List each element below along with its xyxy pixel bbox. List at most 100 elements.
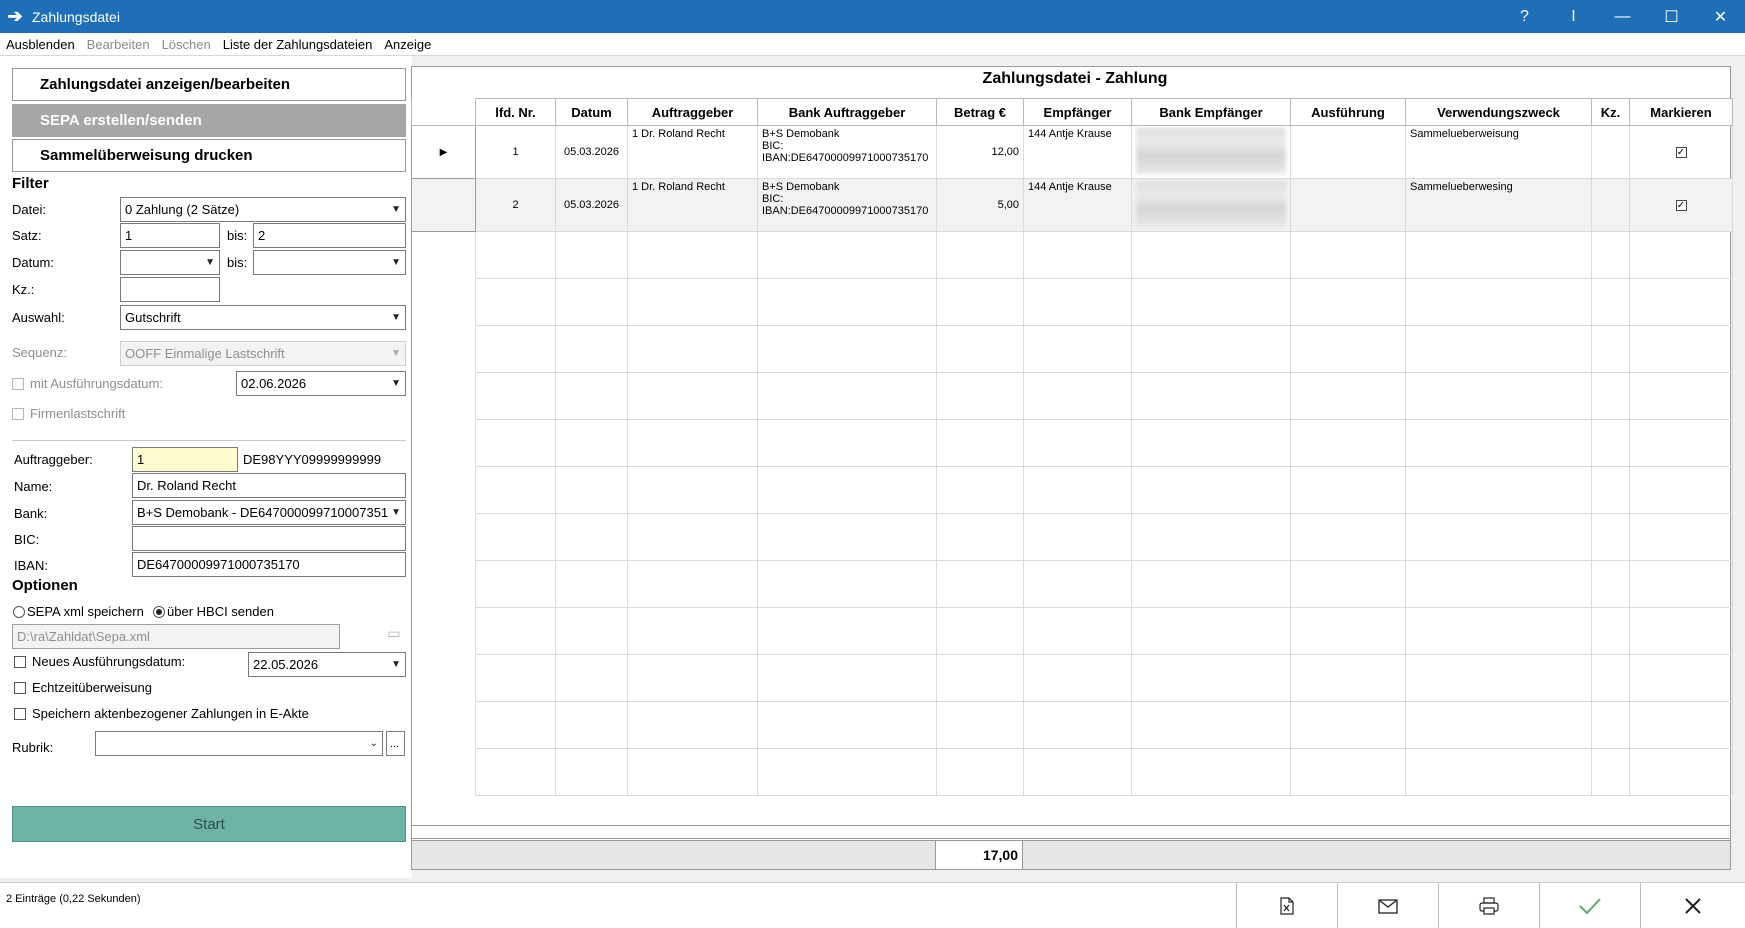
sequenz-label: Sequenz: bbox=[12, 345, 67, 360]
bank-label: Bank: bbox=[14, 506, 48, 521]
cell-betrag[interactable]: 12,00 bbox=[936, 125, 1024, 179]
mit-ausfuehrungsdatum-checkbox[interactable] bbox=[12, 378, 24, 390]
datum-from-select[interactable]: ▼ bbox=[120, 250, 220, 275]
empty-row bbox=[412, 654, 1733, 702]
datei-select[interactable]: 0 Zahlung (2 Sätze) ▼ bbox=[120, 197, 406, 222]
cell-bank-auftraggeber[interactable]: B+S Demobank BIC: IBAN:DE647000099710007… bbox=[757, 125, 937, 179]
bank-name: B+S Demobank bbox=[762, 128, 840, 140]
satz-to-input[interactable]: 2 bbox=[253, 223, 406, 248]
print-transfer-button[interactable]: Sammelüberweisung drucken bbox=[12, 139, 406, 172]
col-header-verwendungszweck[interactable]: Verwendungszweck bbox=[1405, 98, 1592, 126]
cell-markieren[interactable]: ✓ bbox=[1629, 125, 1733, 179]
horizontal-scrollbar[interactable] bbox=[411, 825, 1731, 839]
cell-empfaenger[interactable]: 144 Antje Krause bbox=[1023, 125, 1132, 179]
row-selector-current[interactable]: ▶ bbox=[411, 125, 476, 179]
auswahl-label: Auswahl: bbox=[12, 310, 65, 325]
col-header-bank-empfaenger[interactable]: Bank Empfänger bbox=[1131, 98, 1291, 126]
maximize-button[interactable]: ☐ bbox=[1647, 0, 1696, 33]
redacted-bank-info bbox=[1136, 128, 1286, 174]
cell-datum[interactable]: 05.03.2026 bbox=[555, 178, 628, 232]
cell-nr[interactable]: 2 bbox=[475, 178, 556, 232]
rubrik-select[interactable]: ⌄ bbox=[95, 731, 383, 756]
cell-datum[interactable]: 05.03.2026 bbox=[555, 125, 628, 179]
sepa-create-send-button[interactable]: SEPA erstellen/senden bbox=[12, 104, 406, 137]
sepa-path-input[interactable]: D:\ra\Zahldat\Sepa.xml bbox=[12, 624, 340, 649]
confirm-button[interactable] bbox=[1539, 883, 1640, 928]
satz-from-input[interactable]: 1 bbox=[120, 223, 220, 248]
menu-bearbeiten[interactable]: Bearbeiten bbox=[87, 37, 150, 52]
markieren-checkbox-checked[interactable]: ✓ bbox=[1675, 147, 1687, 158]
cancel-button[interactable] bbox=[1640, 883, 1745, 928]
kz-label: Kz.: bbox=[12, 282, 35, 297]
view-edit-button[interactable]: Zahlungsdatei anzeigen/bearbeiten bbox=[12, 68, 406, 101]
bank-iban: IBAN:DE64700009971000735170 bbox=[762, 205, 929, 217]
rubrik-more-button[interactable]: ... bbox=[386, 731, 405, 756]
col-header-empfaenger[interactable]: Empfänger bbox=[1023, 98, 1132, 126]
menu-liste-zahlungsdateien[interactable]: Liste der Zahlungsdateien bbox=[223, 37, 373, 52]
minimize-button[interactable]: — bbox=[1598, 0, 1647, 33]
auswahl-select[interactable]: Gutschrift ▼ bbox=[120, 305, 406, 330]
cursor-icon[interactable]: I bbox=[1549, 0, 1598, 33]
cell-verwendungszweck[interactable]: Sammelueberwesing bbox=[1405, 178, 1592, 232]
menu-loeschen[interactable]: Löschen bbox=[162, 37, 211, 52]
name-label: Name: bbox=[14, 479, 53, 494]
col-header-nr[interactable]: lfd. Nr. bbox=[475, 98, 556, 126]
speichern-eakte-label: Speichern aktenbezogener Zahlungen in E-… bbox=[32, 706, 309, 721]
cell-bank-empfaenger[interactable] bbox=[1131, 125, 1291, 179]
bank-select[interactable]: B+S Demobank - DE6470000997100073517 ▼ bbox=[132, 500, 406, 525]
cell-empfaenger[interactable]: 144 Antje Krause bbox=[1023, 178, 1132, 232]
neues-ausfuehrungsdatum-select[interactable]: 22.05.2026 ▼ bbox=[248, 652, 406, 677]
cell-auftraggeber[interactable]: 1 Dr. Roland Recht bbox=[627, 125, 758, 179]
cell-ausfuehrung[interactable] bbox=[1290, 125, 1406, 179]
hbci-radio[interactable] bbox=[153, 606, 165, 618]
col-header-ausfuehrung[interactable]: Ausführung bbox=[1290, 98, 1406, 126]
col-header-kz[interactable]: Kz. bbox=[1591, 98, 1630, 126]
menu-ausblenden[interactable]: Ausblenden bbox=[6, 37, 75, 52]
neues-ausfuehrungsdatum-checkbox[interactable] bbox=[14, 656, 26, 668]
kz-input[interactable] bbox=[120, 277, 220, 302]
cell-auftraggeber[interactable]: 1 Dr. Roland Recht bbox=[627, 178, 758, 232]
col-header-bank-auftraggeber[interactable]: Bank Auftraggeber bbox=[757, 98, 937, 126]
cell-bank-auftraggeber[interactable]: B+S Demobank BIC: IBAN:DE647000099710007… bbox=[757, 178, 937, 232]
datum-to-select[interactable]: ▼ bbox=[253, 250, 406, 275]
cell-nr[interactable]: 1 bbox=[475, 125, 556, 179]
auftraggeber-label: Auftraggeber: bbox=[14, 452, 93, 467]
cell-verwendungszweck[interactable]: Sammelueberweisung bbox=[1405, 125, 1592, 179]
grid-title: Zahlungsdatei - Zahlung bbox=[982, 70, 1168, 87]
cell-kz[interactable] bbox=[1591, 178, 1630, 232]
print-button[interactable] bbox=[1438, 883, 1539, 928]
bic-label: BIC: bbox=[14, 532, 40, 547]
menu-anzeige[interactable]: Anzeige bbox=[384, 37, 431, 52]
close-window-button[interactable]: ✕ bbox=[1696, 0, 1745, 33]
sequenz-select[interactable]: OOFF Einmalige Lastschrift ▼ bbox=[120, 341, 406, 366]
title-bar: ➔ Zahlungsdatei ? I — ☐ ✕ bbox=[0, 0, 1745, 33]
iban-input[interactable]: DE64700009971000735170 bbox=[132, 552, 406, 577]
email-button[interactable] bbox=[1337, 883, 1438, 928]
cell-ausfuehrung[interactable] bbox=[1290, 178, 1406, 232]
table-row[interactable]: 2 05.03.2026 1 Dr. Roland Recht B+S Demo… bbox=[411, 178, 1733, 232]
col-header-markieren[interactable]: Markieren bbox=[1629, 98, 1733, 126]
table-row[interactable]: ▶ 1 05.03.2026 1 Dr. Roland Recht B+S De… bbox=[411, 125, 1733, 179]
mit-ausfuehrungsdatum-select[interactable]: 02.06.2026 ▼ bbox=[236, 371, 406, 396]
bic-input[interactable] bbox=[132, 526, 406, 551]
firmenlastschrift-checkbox[interactable] bbox=[12, 408, 24, 420]
markieren-checkbox-checked[interactable]: ✓ bbox=[1675, 200, 1687, 211]
cell-kz[interactable] bbox=[1591, 125, 1630, 179]
auftraggeber-input[interactable]: 1 bbox=[132, 447, 238, 472]
col-header-auftraggeber[interactable]: Auftraggeber bbox=[627, 98, 758, 126]
col-header-datum[interactable]: Datum bbox=[555, 98, 628, 126]
cell-bank-empfaenger[interactable] bbox=[1131, 178, 1291, 232]
cell-betrag[interactable]: 5,00 bbox=[936, 178, 1024, 232]
empty-row bbox=[412, 748, 1733, 796]
export-excel-button[interactable] bbox=[1236, 883, 1337, 928]
cell-markieren[interactable]: ✓ bbox=[1629, 178, 1733, 232]
folder-icon[interactable]: ▭ bbox=[384, 625, 404, 647]
speichern-eakte-checkbox[interactable] bbox=[14, 708, 26, 720]
start-button[interactable]: Start bbox=[12, 806, 406, 842]
row-selector[interactable] bbox=[411, 178, 476, 232]
col-header-betrag[interactable]: Betrag € bbox=[936, 98, 1024, 126]
help-button[interactable]: ? bbox=[1500, 0, 1549, 33]
sepa-xml-radio[interactable] bbox=[13, 606, 25, 618]
echtzeit-checkbox[interactable] bbox=[14, 682, 26, 694]
name-input[interactable]: Dr. Roland Recht bbox=[132, 473, 406, 498]
